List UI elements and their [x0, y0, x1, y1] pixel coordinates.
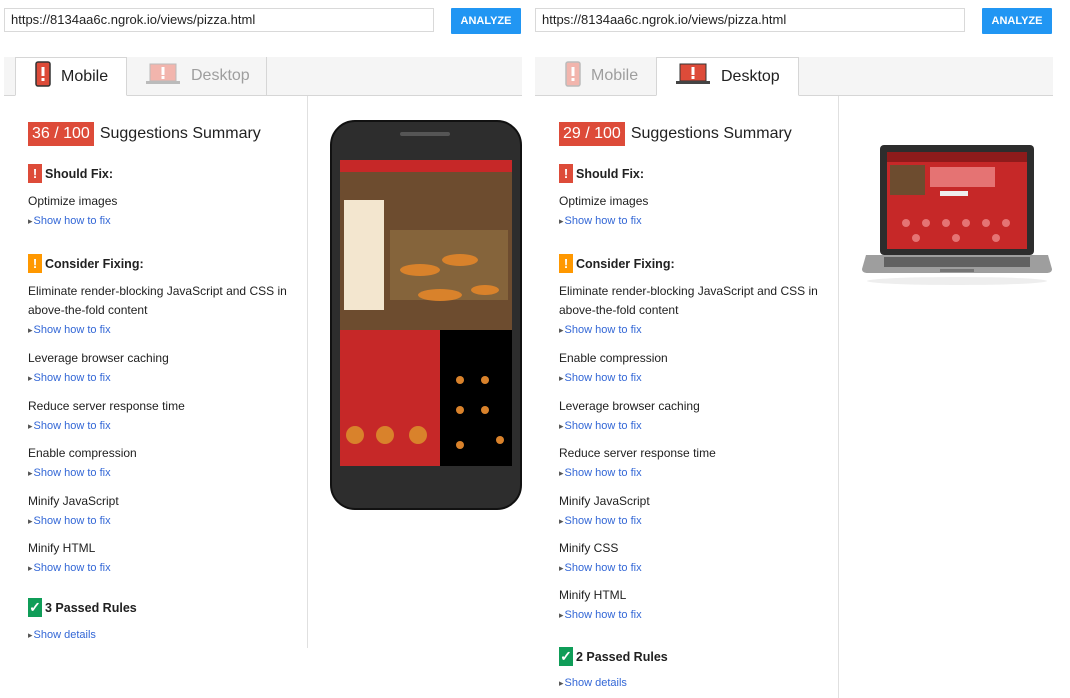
rule-title: Reduce server response time: [559, 446, 716, 460]
show-fix-link[interactable]: Show how to fix: [28, 562, 111, 574]
rule-title: Reduce server response time: [28, 399, 185, 413]
show-fix-link[interactable]: Show how to fix: [559, 515, 642, 527]
score-row: 36 / 100 Suggestions Summary: [28, 122, 261, 146]
rule-title: Minify JavaScript: [28, 494, 119, 508]
warning-icon: !: [28, 254, 42, 273]
right-panel: https://8134aa6c.ngrok.io/views/pizza.ht…: [535, 0, 1057, 698]
laptop-mockup-image: [862, 145, 1052, 285]
show-fix-link[interactable]: Show how to fix: [28, 324, 111, 336]
show-fix-link[interactable]: Show how to fix: [28, 372, 111, 384]
tab-label: Desktop: [721, 67, 780, 85]
score-badge: 29 / 100: [559, 122, 625, 146]
tab-label: Mobile: [61, 67, 109, 85]
mobile-preview: [330, 120, 522, 515]
mobile-icon: [35, 61, 51, 92]
consider-fixing-header: ! Consider Fixing:: [559, 254, 675, 273]
rule-title: Minify HTML: [28, 541, 96, 555]
rule-title: Minify HTML: [559, 588, 627, 602]
error-icon: !: [28, 164, 42, 183]
summary-title: Suggestions Summary: [99, 125, 261, 142]
show-details-link[interactable]: Show details: [28, 629, 96, 641]
check-icon: ✓: [28, 598, 42, 617]
tab-desktop[interactable]: Desktop: [127, 57, 267, 95]
tab-label: Desktop: [191, 67, 250, 84]
tab-mobile[interactable]: Mobile: [15, 57, 127, 96]
show-fix-link[interactable]: Show how to fix: [28, 467, 111, 479]
desktop-icon: [675, 62, 711, 91]
tab-desktop[interactable]: Desktop: [656, 57, 799, 96]
rule-title: Eliminate render-blocking JavaScript and…: [559, 284, 818, 317]
passed-rules-header: ✓ 3 Passed Rules: [28, 598, 137, 617]
warning-icon: !: [559, 254, 573, 273]
rule-title: Leverage browser caching: [28, 351, 169, 365]
passed-rules-header: ✓ 2 Passed Rules: [559, 647, 668, 666]
results-column: 36 / 100 Suggestions Summary ! Should Fi…: [4, 96, 308, 648]
consider-fixing-header: ! Consider Fixing:: [28, 254, 144, 273]
show-details-link[interactable]: Show details: [559, 677, 627, 689]
rule-title: Eliminate render-blocking JavaScript and…: [28, 284, 287, 317]
should-fix-header: ! Should Fix:: [28, 164, 113, 183]
show-fix-link[interactable]: Show how to fix: [559, 609, 642, 621]
rule-title: Minify CSS: [559, 541, 619, 555]
device-tabs: Mobile Desktop: [4, 57, 522, 96]
left-panel: https://8134aa6c.ngrok.io/views/pizza.ht…: [4, 0, 526, 698]
score-row: 29 / 100 Suggestions Summary: [559, 122, 792, 146]
analyze-button[interactable]: ANALYZE: [982, 8, 1052, 34]
rule-title: Enable compression: [28, 446, 137, 460]
device-tabs: Mobile Desktop: [535, 57, 1053, 96]
rule-title: Minify JavaScript: [559, 494, 650, 508]
url-input[interactable]: https://8134aa6c.ngrok.io/views/pizza.ht…: [4, 8, 434, 32]
desktop-preview: [860, 143, 1054, 293]
error-icon: !: [559, 164, 573, 183]
score-badge: 36 / 100: [28, 122, 94, 146]
rule-title: Leverage browser caching: [559, 399, 700, 413]
should-fix-header: ! Should Fix:: [559, 164, 644, 183]
show-fix-link[interactable]: Show how to fix: [559, 562, 642, 574]
show-fix-link[interactable]: Show how to fix: [559, 467, 642, 479]
analyze-button[interactable]: ANALYZE: [451, 8, 521, 34]
results-column: 29 / 100 Suggestions Summary ! Should Fi…: [535, 96, 839, 698]
phone-mockup-image: [330, 120, 522, 510]
show-fix-link[interactable]: Show how to fix: [559, 420, 642, 432]
tab-mobile[interactable]: Mobile: [535, 57, 656, 95]
url-input[interactable]: https://8134aa6c.ngrok.io/views/pizza.ht…: [535, 8, 965, 32]
show-fix-link[interactable]: Show how to fix: [559, 215, 642, 227]
rule-title: Optimize images: [28, 194, 118, 208]
show-fix-link[interactable]: Show how to fix: [28, 215, 111, 227]
rule-title: Optimize images: [559, 194, 649, 208]
tab-label: Mobile: [591, 67, 639, 84]
check-icon: ✓: [559, 647, 573, 666]
summary-title: Suggestions Summary: [630, 125, 792, 142]
show-fix-link[interactable]: Show how to fix: [28, 515, 111, 527]
desktop-icon: [145, 62, 181, 91]
mobile-icon: [565, 60, 581, 92]
show-fix-link[interactable]: Show how to fix: [559, 372, 642, 384]
show-fix-link[interactable]: Show how to fix: [28, 420, 111, 432]
rule-title: Enable compression: [559, 351, 668, 365]
show-fix-link[interactable]: Show how to fix: [559, 324, 642, 336]
